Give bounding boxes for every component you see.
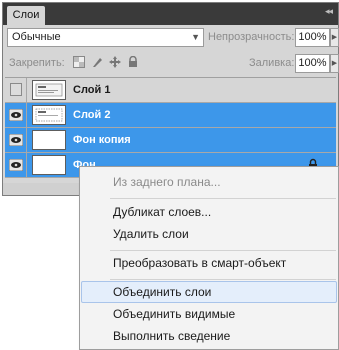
opacity-arrow-icon[interactable]: ▶ [330,28,339,47]
eye-icon [9,134,23,146]
layer-context-menu: Из заднего плана... Дубликат слоев... Уд… [79,166,339,350]
menu-separator [110,279,336,280]
menu-separator [110,250,336,251]
layer-name: Слой 1 [73,84,111,96]
chevron-down-icon: ▼ [191,32,200,42]
lock-label: Закрепить: [9,57,65,69]
eye-icon [9,159,23,171]
visibility-off-box [10,83,22,96]
menu-item-flatten-image[interactable]: Выполнить сведение [81,325,337,347]
fill-input[interactable]: 100% [295,54,330,73]
menu-item-merge-visible[interactable]: Объединить видимые [81,303,337,325]
layer-thumbnail [32,155,66,175]
lock-transparent-pixels-icon[interactable] [72,56,85,69]
menu-item-merge-layers[interactable]: Объединить слои [81,281,337,303]
layer-name: Фон копия [73,134,131,146]
layer-thumbnail [32,80,66,100]
blend-mode-select[interactable]: Обычные ▼ [7,28,204,47]
panel-tabbar: Слои ◂◂ [3,3,338,25]
fill-label: Заливка: [249,57,295,69]
blend-mode-value: Обычные [12,31,61,43]
menu-item-delete-layers[interactable]: Удалить слои [81,223,337,245]
tab-layers[interactable]: Слои [7,6,45,25]
layer-row-3[interactable]: Фон копия [5,128,336,153]
menu-item-from-background: Из заднего плана... [113,175,221,189]
blend-row: Обычные ▼ Непрозрачность: 100% ▶ [3,27,339,49]
menu-item-convert-smart-object[interactable]: Преобразовать в смарт-объект [81,252,337,274]
layer-thumbnail [32,130,66,150]
layer-name: Слой 2 [73,109,111,121]
opacity-input[interactable]: 100% [295,28,330,47]
visibility-toggle[interactable] [5,153,27,177]
layer-row-1[interactable]: Слой 1 [5,78,336,103]
eye-icon [9,109,23,121]
visibility-toggle[interactable] [5,103,27,127]
menu-item-duplicate-layers[interactable]: Дубликат слоев... [81,201,337,223]
layer-thumbnail [32,105,66,125]
fill-arrow-icon[interactable]: ▶ [330,54,339,73]
menu-separator [110,198,336,199]
visibility-toggle[interactable] [5,78,27,102]
lock-row: Закрепить: Заливка: 100% ▶ [3,53,339,75]
layer-row-2[interactable]: Слой 2 [5,103,336,128]
visibility-toggle[interactable] [5,128,27,152]
collapse-panel-icon[interactable]: ◂◂ [325,6,333,17]
lock-position-icon[interactable] [108,56,121,69]
lock-image-pixels-icon[interactable] [90,56,103,69]
opacity-label: Непрозрачность: [208,31,295,43]
lock-all-icon[interactable] [126,55,139,69]
